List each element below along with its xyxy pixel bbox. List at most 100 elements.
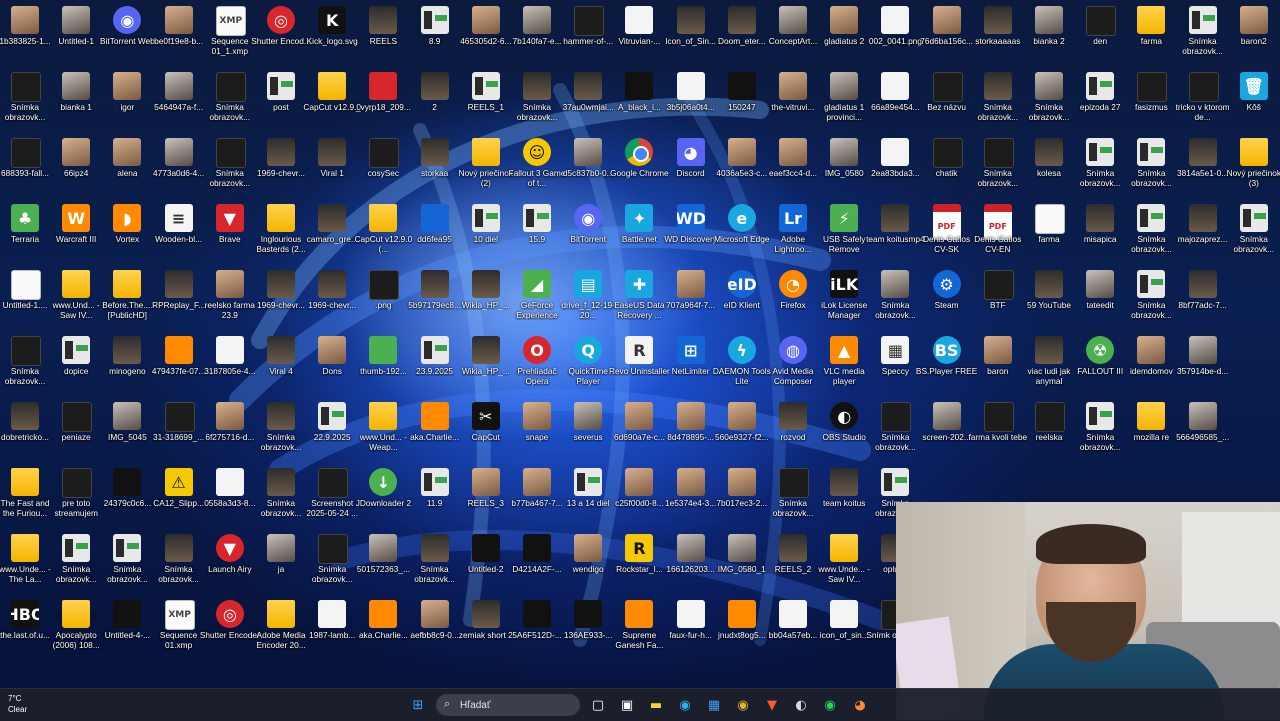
desktop-icon[interactable]: 22.9.2025 — [307, 398, 357, 464]
desktop-icon[interactable]: 11.9 — [410, 464, 460, 530]
desktop-icon[interactable]: baron2 — [1229, 2, 1279, 68]
desktop-icon[interactable]: 76d6ba156c... — [920, 2, 973, 68]
desktop-icon[interactable]: 2ea83bda3... — [870, 134, 920, 200]
desktop-icon[interactable]: IMG_0580 — [819, 134, 869, 200]
desktop-icon[interactable]: A_black_i... — [614, 68, 664, 134]
desktop-icon[interactable]: 6f275716-d... — [205, 398, 255, 464]
desktop-icon[interactable]: Viral 4 — [256, 332, 306, 398]
desktop-icon[interactable]: minogeno — [102, 332, 152, 398]
desktop-icon[interactable]: 23.9.2025 — [410, 332, 460, 398]
desktop-icon[interactable]: Bez názvu — [922, 68, 972, 134]
desktop-icon[interactable]: viac ludi jak anymal — [1024, 332, 1074, 398]
desktop-icon[interactable]: gladiatus 2 — [819, 2, 869, 68]
desktop-icon[interactable]: epizoda 27 — [1075, 68, 1125, 134]
desktop-icon[interactable]: ▦ Speccy — [870, 332, 920, 398]
desktop-icon[interactable]: peniaze — [51, 398, 101, 464]
desktop-icon[interactable]: 8d478895-... — [666, 398, 716, 464]
taskbar-search-box[interactable]: ⌕ Hľadať — [436, 694, 580, 716]
desktop-icon[interactable]: pre toto streamujem — [51, 464, 101, 530]
desktop-icon[interactable]: ♣ Terraria — [0, 200, 50, 266]
desktop-icon[interactable]: ◗ Vortex — [102, 200, 152, 266]
desktop-icon[interactable]: Doom_eter... — [717, 2, 767, 68]
desktop-icon[interactable]: REELS — [358, 2, 408, 68]
desktop-icon[interactable]: D4214A2F-... — [512, 530, 562, 596]
desktop-icon[interactable]: 7b017ec3-2... — [716, 464, 767, 530]
desktop-icon[interactable]: ☺ Fallout 3 Game of t... — [509, 134, 565, 200]
desktop-icon[interactable]: CapCut v12.9.0 (... — [355, 200, 412, 266]
desktop-icon[interactable]: 1b383825-1... — [0, 2, 51, 68]
desktop-icon[interactable]: eaef3cc4-d... — [768, 134, 818, 200]
desktop-icon[interactable]: icon_of_sin... — [819, 596, 869, 662]
desktop-icon[interactable]: RPReplay_F... — [152, 266, 205, 332]
desktop-icon[interactable]: Snímka obrazovk... — [1126, 266, 1176, 332]
desktop-icon[interactable]: Snímka obrazovk... — [1075, 398, 1125, 464]
chrome-icon[interactable]: ◉ — [731, 693, 755, 717]
desktop-icon[interactable]: b77ba467-7... — [511, 464, 563, 530]
desktop-icon[interactable]: The Fast and the Furiou... — [0, 464, 50, 530]
desktop-icon[interactable]: Apocalypto (2006) 108... — [51, 596, 101, 662]
desktop-icon[interactable]: HBO the.last.of.u... — [0, 596, 50, 662]
desktop-icon[interactable]: 59 YouTube — [1024, 266, 1074, 332]
desktop-icon[interactable]: Snímka obrazovk... — [205, 68, 255, 134]
desktop-icon[interactable]: ◕ Discord — [666, 134, 716, 200]
desktop-icon[interactable]: Snímka obrazovk... — [870, 398, 920, 464]
desktop-icon[interactable]: ◢ GeForce Experience — [512, 266, 562, 332]
desktop-icon[interactable]: .png — [358, 266, 408, 332]
desktop-icon[interactable]: REELS_1 — [461, 68, 511, 134]
desktop-icon[interactable]: 501572363_... — [357, 530, 410, 596]
desktop-icon[interactable]: Snímka obrazovk... — [256, 464, 306, 530]
desktop-icon[interactable]: Snímka obrazovk... — [154, 530, 204, 596]
desktop-icon[interactable]: storkaa — [410, 134, 460, 200]
desktop-icon[interactable]: 5464947a-f... — [154, 68, 204, 134]
desktop-icon[interactable]: Snímka obrazovk... — [1075, 134, 1125, 200]
desktop-icon[interactable]: BTF — [973, 266, 1023, 332]
desktop-icon[interactable]: zemiak short 2 — [459, 596, 513, 662]
desktop-icon[interactable]: 566496585_... — [1176, 398, 1229, 464]
desktop-icon[interactable]: ↓ JDownloader 2 — [356, 464, 411, 530]
desktop-icon[interactable]: Snímka obrazovk... — [256, 398, 306, 464]
desktop-icon[interactable]: camaro_gre... — [307, 200, 358, 266]
desktop-icon[interactable]: chatik — [922, 134, 972, 200]
desktop-icon[interactable]: c25f00d0-8... — [614, 464, 664, 530]
desktop-icon[interactable]: 166126203... — [666, 530, 716, 596]
desktop-icon[interactable]: hammer-of-... — [563, 2, 613, 68]
desktop-icon[interactable]: dd6fea95 — [410, 200, 460, 266]
desktop-icon[interactable]: 15.9 — [512, 200, 562, 266]
desktop-icon[interactable]: BS BS.Player FREE — [916, 332, 977, 398]
desktop-icon[interactable]: fasizmus — [1126, 68, 1176, 134]
desktop-icon[interactable]: ◎ Shutter Encoder — [200, 596, 260, 662]
desktop-icon[interactable]: 8.9 — [410, 2, 460, 68]
desktop-icon[interactable]: 2 — [410, 68, 460, 134]
desktop-icon[interactable]: ⚡ USB Safely Remove — [819, 200, 869, 266]
desktop-icon[interactable]: gladiatus 1 provinci... — [819, 68, 869, 134]
desktop-icon[interactable]: 4773a0d6-4... — [153, 134, 204, 200]
desktop-icon[interactable]: 5A6F512D-... — [512, 596, 562, 662]
desktop-icon[interactable]: XMP Sequence 01.xmp — [154, 596, 204, 662]
desktop-icon[interactable]: 1969-chevr... — [307, 266, 357, 332]
desktop-icon[interactable]: Nový priečinok (3) — [1227, 134, 1280, 200]
desktop-icon[interactable]: 1969-chevr... — [256, 266, 306, 332]
desktop-icon[interactable]: www.Unde... - The La... — [0, 530, 51, 596]
desktop-icon[interactable]: Adobe Media Encoder 20... — [256, 596, 306, 662]
desktop-icon[interactable]: majozaprez... — [1178, 200, 1228, 266]
desktop-icon[interactable]: 3b5j06a0t4... — [666, 68, 716, 134]
brave-icon[interactable]: ▼ — [760, 693, 784, 717]
desktop-icon[interactable]: Viral 1 — [307, 134, 357, 200]
desktop-icon[interactable]: Screenshot 2025-05-24 ... — [306, 464, 358, 530]
desktop-icon[interactable]: 3814a5e1-0... — [1177, 134, 1228, 200]
desktop-icon[interactable]: www.Und... - Weap... — [358, 398, 408, 464]
desktop-icon[interactable]: PDF Denis Catlos CV-EN — [973, 200, 1023, 266]
desktop-icon[interactable]: bianka 1 — [51, 68, 101, 134]
desktop-icon[interactable]: 4036a5e3-c... — [716, 134, 767, 200]
desktop-icon[interactable]: storkaaaaas — [973, 2, 1023, 68]
desktop-icon[interactable]: 707a964f-7... — [666, 266, 716, 332]
spotify-icon[interactable]: ◉ — [818, 693, 842, 717]
desktop-icon[interactable]: 37au0wmjai... — [563, 68, 614, 134]
desktop-icon[interactable]: Snímka obrazovk... — [512, 68, 562, 134]
desktop-icon[interactable]: be0f19e8-b... — [154, 2, 204, 68]
desktop-icon[interactable]: ▼ Launch Airy — [205, 530, 255, 596]
desktop-icon[interactable]: rozvod — [768, 398, 818, 464]
desktop-icon[interactable]: 465305d2-6... — [460, 2, 511, 68]
desktop-icon[interactable]: ▼ Brave — [205, 200, 255, 266]
desktop-icon[interactable]: 1969-chevr... — [256, 134, 306, 200]
